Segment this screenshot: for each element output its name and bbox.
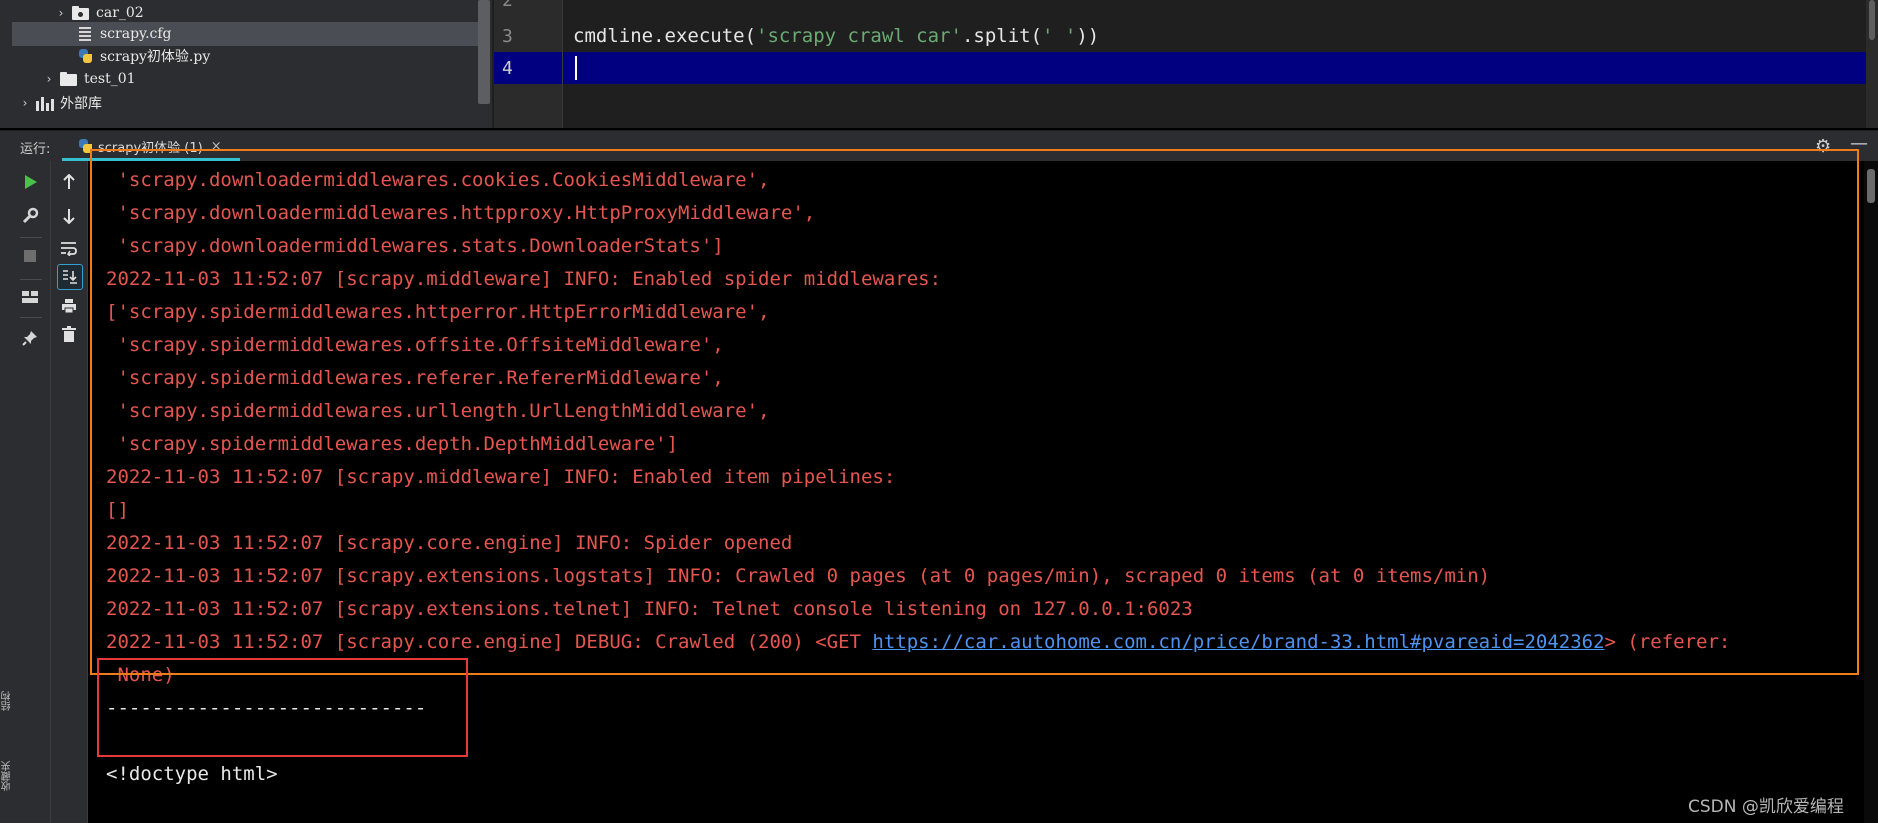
console-scroll-thumb[interactable] [1867,169,1875,203]
soft-wrap-icon [61,242,77,256]
tree-item-external-libraries[interactable]: › 外部库 [0,91,480,115]
minimize-icon[interactable]: — [1850,133,1868,154]
console-line: 2022-11-03 11:52:07 [scrapy.extensions.l… [106,565,1491,587]
console-line: 'scrapy.downloadermiddlewares.httpproxy.… [106,202,816,224]
console-debug-prefix: 2022-11-03 11:52:07 [scrapy.core.engine]… [106,631,873,653]
tree-item-scrapy-py[interactable]: scrapy初体验.py [0,44,480,68]
editor-scroll-thumb[interactable] [1869,0,1875,40]
ide-window: › car_02 scrapy.cfg scrapy初体验.py › test_… [0,0,1878,823]
console-url-link[interactable]: https://car.autohome.com.cn/price/brand-… [872,631,1604,653]
clear-all-button[interactable] [57,322,81,346]
run-tab-label: scrapy初体验 (1) [98,140,203,156]
chevron-right-icon[interactable]: › [54,6,68,20]
text-cursor [575,56,577,80]
scroll-up-button[interactable] [57,170,81,194]
console-line: 'scrapy.spidermiddlewares.referer.Refere… [106,367,724,389]
run-tab[interactable]: scrapy初体验 (1) × [62,131,240,161]
line-number: 3 [502,26,513,47]
toolbar-separator [20,279,42,280]
console-line: 'scrapy.downloadermiddlewares.cookies.Co… [106,169,770,191]
rerun-button[interactable] [18,170,42,194]
arrow-down-icon [63,209,75,224]
print-icon [62,299,76,314]
gear-icon[interactable]: ⚙ [1815,136,1831,157]
side-tool-strip: 结构 收藏夹 [0,161,13,823]
soft-wrap-button[interactable] [57,236,81,260]
stop-icon [24,250,36,262]
trash-icon [62,326,76,342]
console-line: [] [106,499,129,521]
console-line: 2022-11-03 11:52:07 [scrapy.core.engine]… [106,532,793,554]
line-number: 2 [502,0,513,11]
project-tree-panel: › car_02 scrapy.cfg scrapy初体验.py › test_… [0,0,492,128]
editor-scrollbar[interactable] [1866,0,1878,128]
console-line: 'scrapy.spidermiddlewares.depth.DepthMid… [106,433,678,455]
console-line: 'scrapy.spidermiddlewares.offsite.Offsit… [106,334,724,356]
tree-item-test-01[interactable]: › test_01 [0,67,480,91]
watermark: CSDN @凯欣爱编程 [1688,797,1844,817]
code-string: ' ' [1042,25,1077,47]
console-line: 'scrapy.downloadermiddlewares.stats.Down… [106,235,724,257]
code-line-3[interactable]: cmdline.execute('scrapy crawl car'.split… [573,25,1099,47]
tree-item-label: test_01 [84,71,136,87]
tree-item-scrapy-cfg[interactable]: scrapy.cfg [12,22,480,46]
python-file-icon [76,48,94,64]
current-line-highlight [563,52,1866,84]
chevron-right-icon[interactable]: › [18,96,32,110]
console-debug-line: 2022-11-03 11:52:07 [scrapy.core.engine]… [106,626,1730,659]
code-token: )) [1076,25,1100,47]
tree-item-label: scrapy.cfg [100,26,172,42]
console-line: 'scrapy.spidermiddlewares.urllength.UrlL… [106,400,770,422]
arrow-up-icon [63,174,75,189]
pin-icon [22,331,37,346]
python-run-icon [76,138,92,154]
cfg-file-icon [76,26,94,42]
console-line: 2022-11-03 11:52:07 [scrapy.extensions.t… [106,598,1193,620]
console-output[interactable]: 'scrapy.downloadermiddlewares.cookies.Co… [88,161,1864,823]
console-line: ---------------------------- [106,697,427,719]
console-scrollbar[interactable] [1864,161,1878,823]
run-label: 运行: [20,142,51,157]
scroll-to-end-button[interactable] [57,264,83,290]
toolbar-separator [20,237,42,238]
toolbar-separator [20,317,42,318]
stop-button[interactable] [18,244,42,268]
layout-icon [22,291,38,303]
pin-tab-button[interactable] [18,326,42,350]
console-line: <!doctype html> [106,763,278,785]
editor-gutter: 2 3 4 [494,0,563,128]
scroll-down-button[interactable] [57,204,81,228]
console-debug-suffix: > (referer: [1604,631,1731,653]
code-token: cmdline.execute( [573,25,757,47]
print-button[interactable] [57,294,81,318]
tree-item-label: scrapy初体验.py [100,49,211,65]
code-editor[interactable]: cmdline.execute('scrapy crawl car'.split… [563,0,1866,128]
play-icon [25,175,37,189]
folder-icon [72,5,90,21]
scroll-to-end-icon [63,270,77,284]
folder-icon [60,71,78,87]
console-line: 2022-11-03 11:52:07 [scrapy.middleware] … [106,466,896,488]
code-string: 'scrapy crawl car' [756,25,962,47]
library-icon [36,95,54,111]
console-line: ['scrapy.spidermiddlewares.httperror.Htt… [106,301,770,323]
tree-item-label: car_02 [96,5,144,21]
run-toolbar-secondary [51,161,88,823]
layout-button[interactable] [18,285,42,309]
chevron-right-icon[interactable]: › [42,72,56,86]
code-token: .split( [961,25,1043,47]
run-tool-window-header: 运行: scrapy初体验 (1) × ⚙ — [0,130,1878,161]
line-number-current: 4 [502,58,513,79]
wrench-icon [22,207,39,224]
console-line: 2022-11-03 11:52:07 [scrapy.middleware] … [106,268,942,290]
run-toolbar-primary [12,161,51,823]
project-scrollbar[interactable] [478,0,490,104]
tree-item-label: 外部库 [60,96,102,112]
close-icon[interactable]: × [211,139,222,154]
edit-config-button[interactable] [18,204,42,228]
console-line: None) [106,664,175,686]
